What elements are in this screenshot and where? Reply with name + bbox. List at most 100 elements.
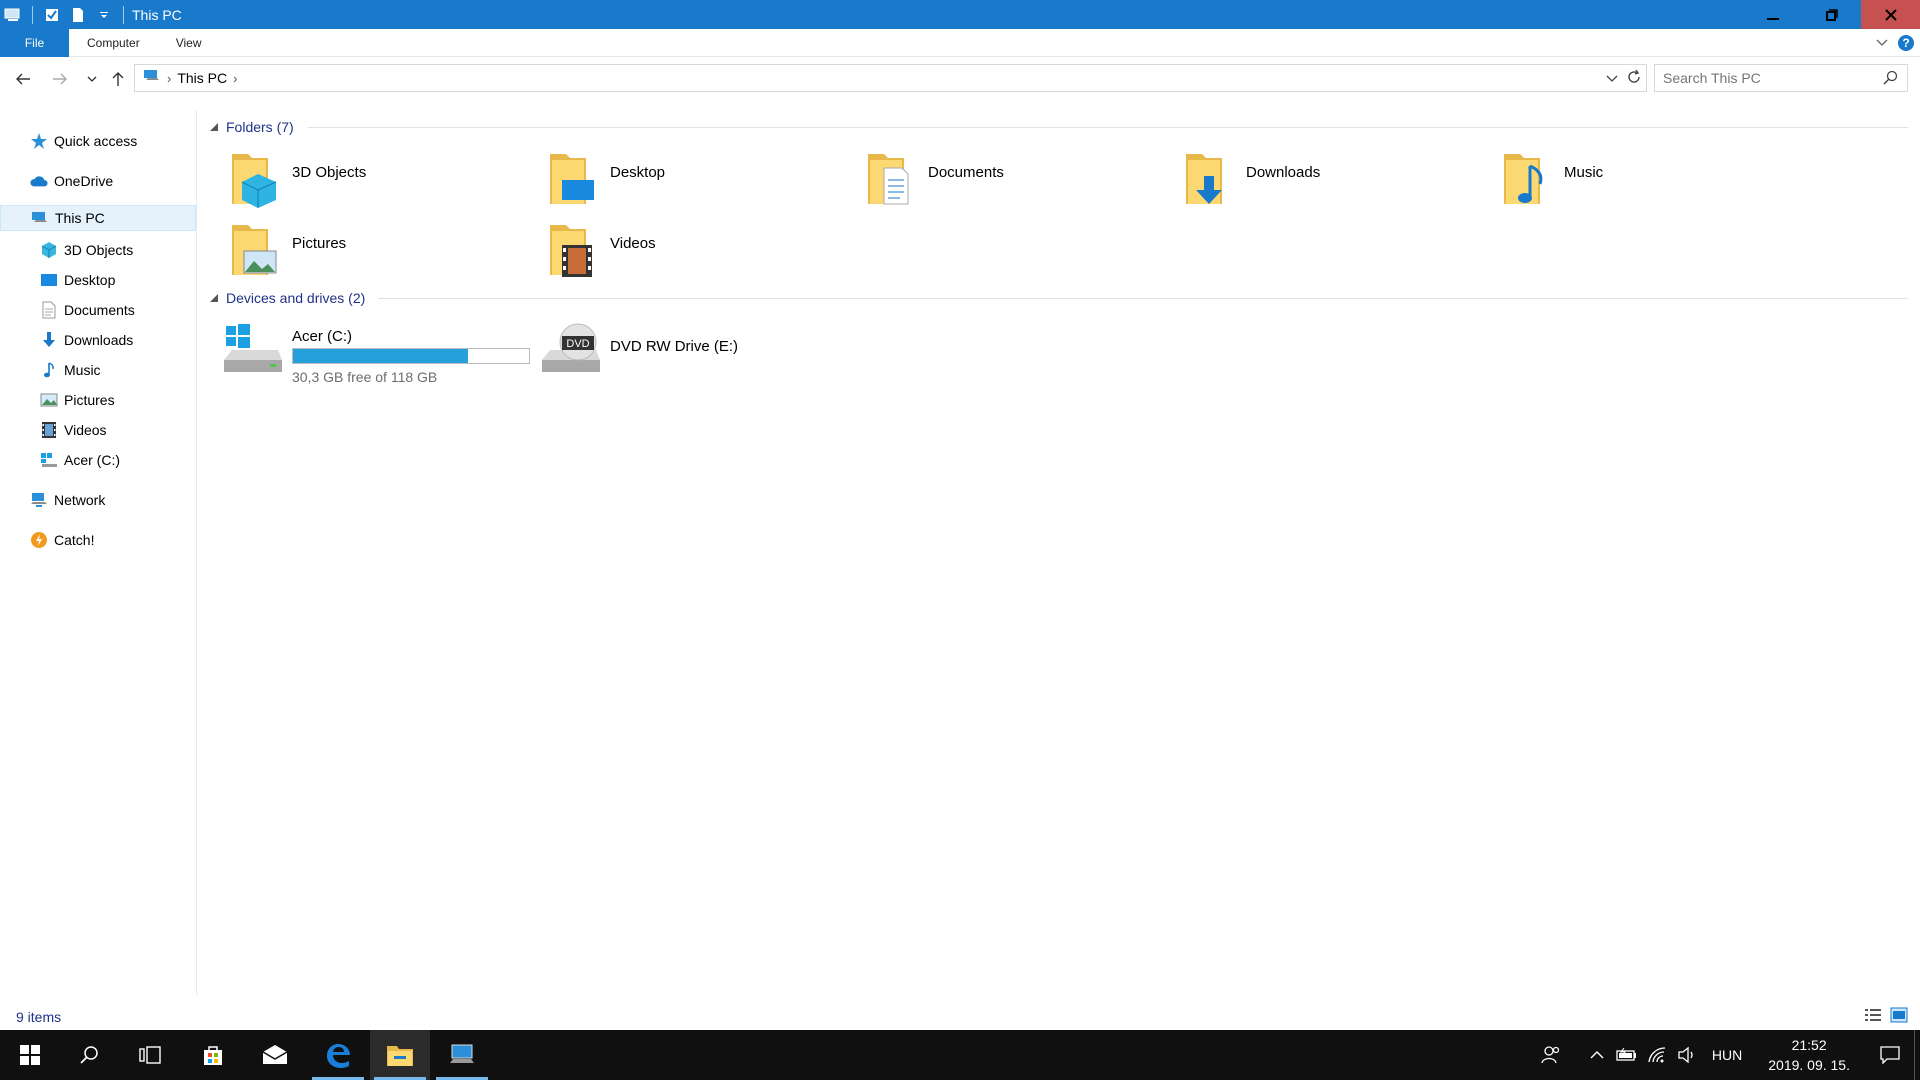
ribbon-tabs: File Computer View ? (0, 28, 1920, 57)
breadcrumb-this-pc[interactable]: This PC (177, 70, 227, 86)
svg-text:DVD: DVD (566, 338, 589, 350)
people-icon[interactable] (1536, 1030, 1566, 1080)
folder-downloads[interactable]: Downloads (1184, 150, 1484, 212)
volume-icon[interactable] (1672, 1030, 1702, 1080)
drive-c-free-space: 30,3 GB free of 118 GB (292, 369, 438, 385)
restore-button[interactable] (1802, 0, 1861, 29)
clock[interactable]: 21:52 2019. 09. 15. (1768, 1035, 1850, 1075)
tab-view[interactable]: View (158, 29, 220, 57)
nav-pictures[interactable]: Pictures (0, 387, 196, 413)
properties-icon[interactable] (41, 4, 63, 26)
music-note-icon (40, 361, 58, 379)
explorer-window: This PC File Computer View ? › This PC ›… (0, 0, 1920, 1030)
mail-app-icon[interactable] (245, 1030, 305, 1080)
folder-desktop-icon (548, 150, 600, 208)
action-center-icon[interactable] (1866, 1030, 1914, 1080)
nav-videos[interactable]: Videos (0, 417, 196, 443)
nav-this-pc[interactable]: This PC (0, 205, 196, 231)
this-pc-icon (143, 69, 161, 88)
nav-catch[interactable]: Catch! (0, 527, 196, 553)
document-icon (40, 301, 58, 319)
system-tray: HUN 21:52 2019. 09. 15. (1536, 1030, 1920, 1080)
store-app-icon[interactable] (183, 1030, 243, 1080)
folder-desktop[interactable]: Desktop (548, 150, 848, 212)
details-view-button[interactable] (1864, 1007, 1882, 1028)
folder-downloads-icon (1184, 150, 1236, 208)
file-explorer-taskbar-icon[interactable] (370, 1030, 430, 1080)
taskbar: HUN 21:52 2019. 09. 15. (0, 1030, 1920, 1080)
tab-file[interactable]: File (0, 28, 69, 57)
drive-c-usage-fill (293, 349, 468, 363)
download-arrow-icon (40, 331, 58, 349)
nav-documents[interactable]: Documents (0, 297, 196, 323)
search-box[interactable] (1654, 64, 1908, 92)
search-icon[interactable] (1883, 70, 1899, 89)
help-icon[interactable]: ? (1898, 35, 1914, 51)
forward-button[interactable] (49, 68, 71, 90)
cube-icon (40, 241, 58, 259)
breadcrumb-chevron-icon[interactable]: › (233, 71, 237, 86)
tab-computer[interactable]: Computer (69, 29, 158, 57)
folder-music-icon (1502, 150, 1554, 208)
computer-icon (31, 209, 49, 227)
new-folder-icon[interactable] (67, 4, 89, 26)
clock-time: 21:52 (1791, 1037, 1827, 1053)
this-pc-window-icon[interactable] (2, 4, 24, 26)
folder-pictures-icon (230, 221, 282, 279)
network-icon (30, 491, 48, 509)
expand-ribbon-chevron-icon[interactable] (1876, 34, 1888, 52)
folder-documents-icon (866, 150, 918, 208)
search-input[interactable] (1663, 70, 1873, 86)
nav-quick-access[interactable]: Quick access (0, 128, 196, 154)
nav-3d-objects[interactable]: 3D Objects (0, 237, 196, 263)
address-history-dropdown-icon[interactable] (1606, 71, 1618, 86)
close-button[interactable] (1861, 0, 1920, 29)
folder-videos-icon (548, 221, 600, 279)
folder-documents[interactable]: Documents (866, 150, 1166, 212)
breadcrumb-separator-icon[interactable]: › (167, 71, 171, 86)
catch-app-icon (30, 531, 48, 549)
address-bar[interactable]: › This PC › (134, 64, 1647, 92)
folder-3d-objects-icon (230, 150, 282, 208)
recent-locations-dropdown[interactable] (81, 68, 103, 90)
dvd-drive-icon: DVD (540, 320, 602, 378)
nav-desktop[interactable]: Desktop (0, 267, 196, 293)
nav-downloads[interactable]: Downloads (0, 327, 196, 353)
star-icon (30, 132, 48, 150)
up-button[interactable] (107, 68, 129, 90)
battery-icon[interactable] (1612, 1030, 1642, 1080)
drive-icon (40, 451, 58, 469)
folder-pictures[interactable]: Pictures (230, 221, 530, 283)
task-view-button[interactable] (120, 1030, 180, 1080)
customize-qat-dropdown-icon[interactable] (93, 4, 115, 26)
search-taskbar-button[interactable] (60, 1030, 120, 1080)
start-button[interactable] (0, 1030, 60, 1080)
collapse-triangle-icon (210, 294, 218, 302)
nav-acer-c[interactable]: Acer (C:) (0, 447, 196, 473)
title-bar: This PC (0, 0, 1920, 29)
nav-network[interactable]: Network (0, 487, 196, 513)
back-button[interactable] (12, 68, 34, 90)
wifi-icon[interactable] (1642, 1030, 1672, 1080)
show-hidden-icons-chevron-icon[interactable] (1582, 1030, 1612, 1080)
navigation-pane: Quick access OneDrive This PC 3D Objects… (0, 110, 197, 995)
clock-date: 2019. 09. 15. (1768, 1057, 1850, 1073)
folder-videos[interactable]: Videos (548, 221, 848, 283)
input-language-indicator[interactable]: HUN (1712, 1047, 1742, 1063)
refresh-icon[interactable] (1626, 69, 1642, 88)
large-icons-view-button[interactable] (1890, 1007, 1908, 1028)
drive-acer-c[interactable]: Acer (C:) 30,3 GB free of 118 GB (222, 320, 530, 390)
drive-dvd-e[interactable]: DVD DVD RW Drive (E:) (540, 320, 738, 390)
quick-access-toolbar (0, 0, 132, 29)
content-pane: Folders (7) 3D Objects Desktop Documents (200, 110, 1910, 995)
folder-3d-objects[interactable]: 3D Objects (230, 150, 530, 212)
nav-onedrive[interactable]: OneDrive (0, 168, 196, 194)
folder-music[interactable]: Music (1502, 150, 1802, 212)
minimize-button[interactable] (1743, 0, 1802, 29)
cloud-icon (30, 172, 48, 190)
edge-browser-icon[interactable] (308, 1030, 368, 1080)
folders-group-header[interactable]: Folders (7) (210, 117, 294, 137)
devices-group-header[interactable]: Devices and drives (2) (210, 288, 365, 308)
nav-music[interactable]: Music (0, 357, 196, 383)
this-pc-taskbar-icon[interactable] (432, 1030, 492, 1080)
